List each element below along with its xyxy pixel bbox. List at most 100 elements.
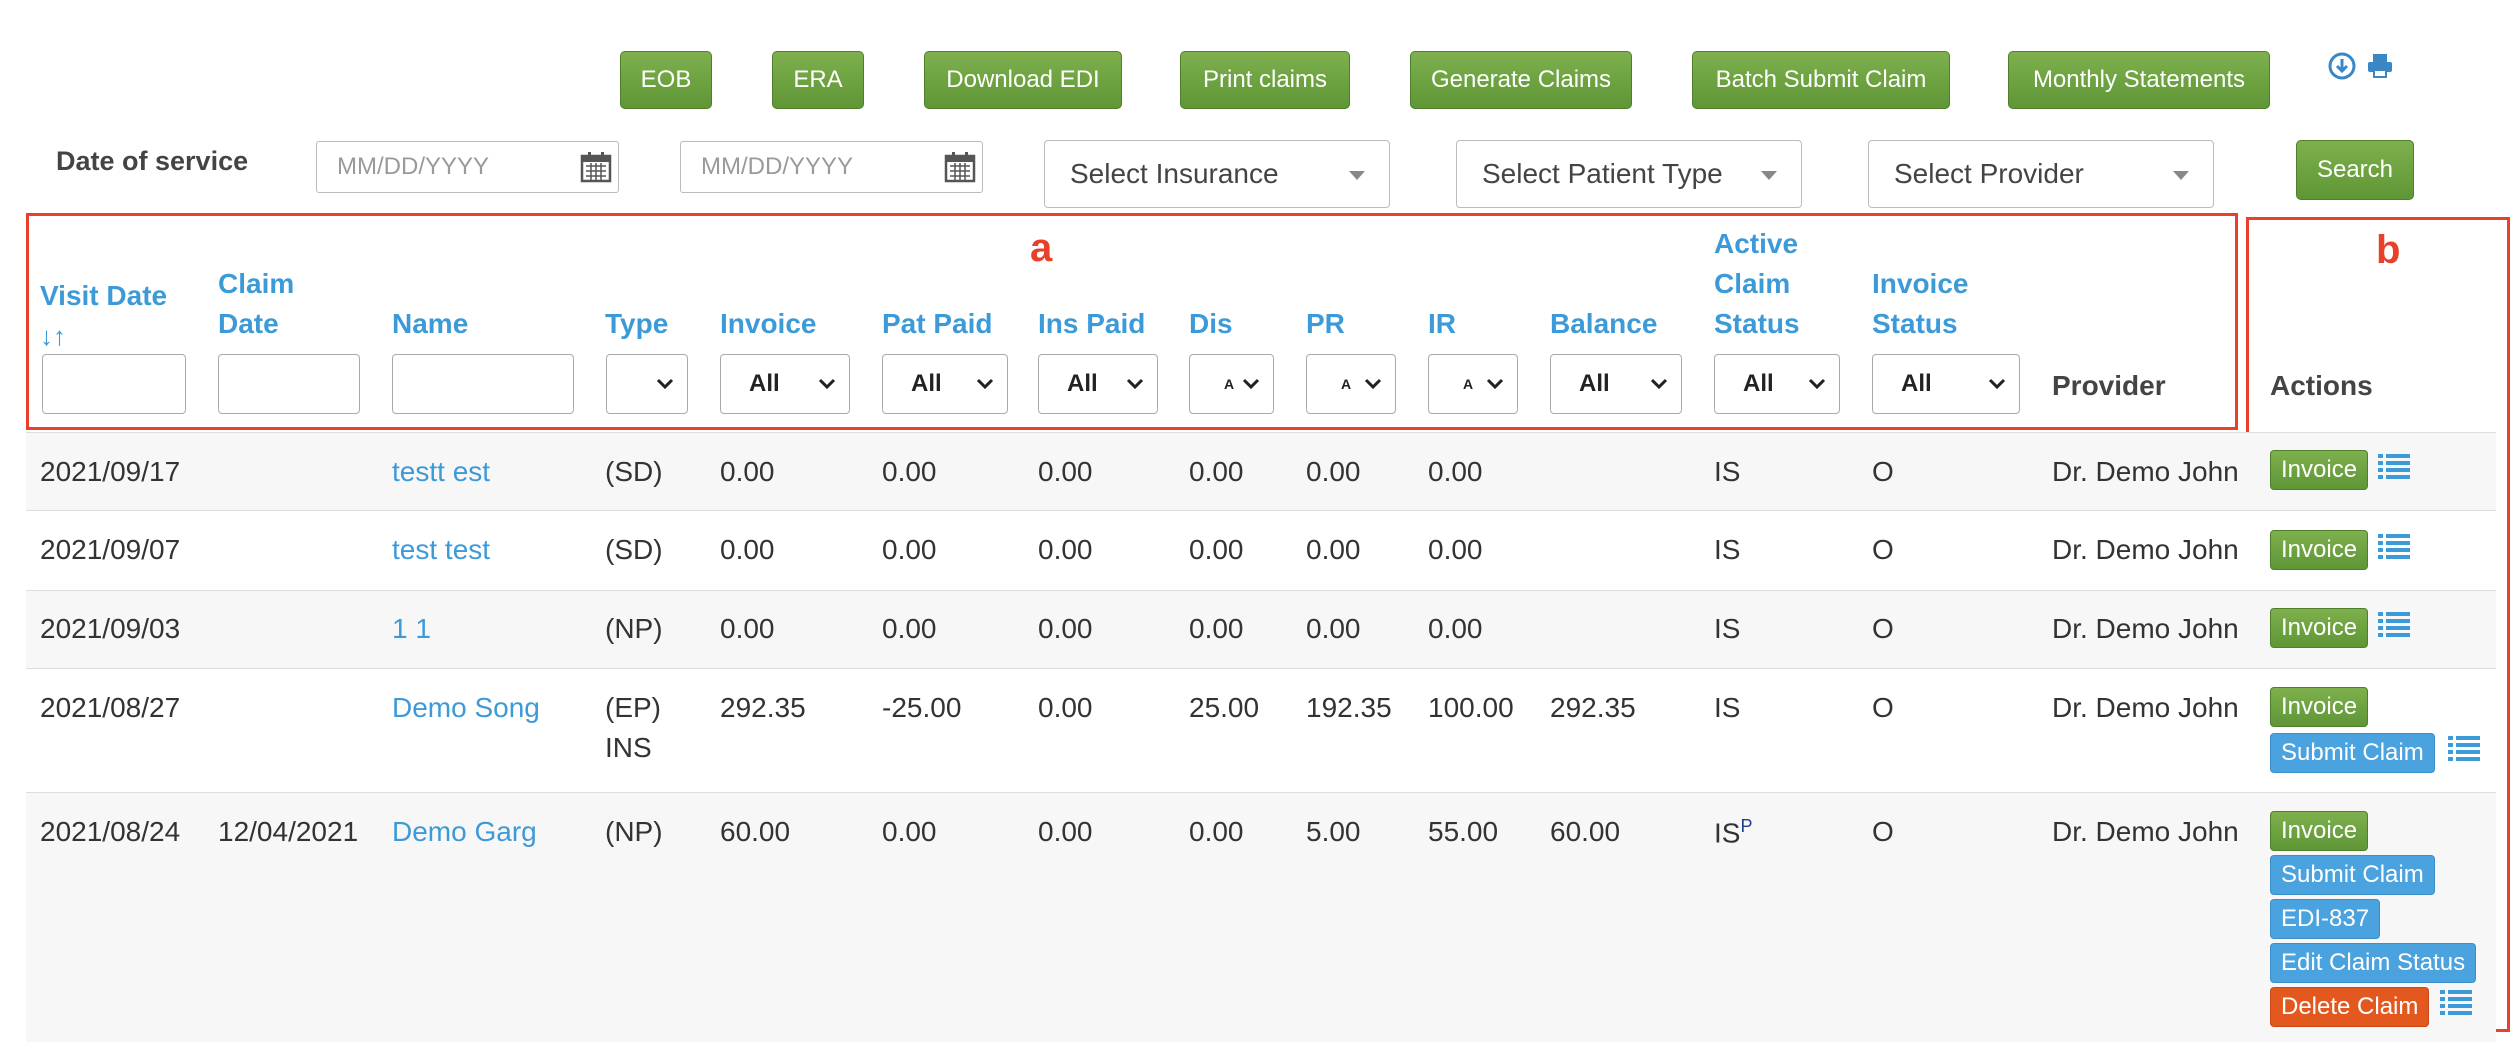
chevron-down-icon <box>1650 378 1668 390</box>
patient-name-link[interactable]: testt est <box>392 456 490 488</box>
ir-cell: 0.00 <box>1428 456 1483 487</box>
list-icon[interactable] <box>2440 988 2472 1016</box>
search-button[interactable]: Search <box>2296 140 2414 200</box>
chevron-down-icon <box>1364 378 1382 390</box>
batch-submit-claim-button[interactable]: Batch Submit Claim <box>1692 51 1950 109</box>
visit-date-cell: 2021/08/24 <box>40 816 181 847</box>
col-header-pat-paid[interactable]: Pat Paid <box>882 304 992 344</box>
active-status-filter-select[interactable]: All <box>1714 354 1840 414</box>
ir-cell: 0.00 <box>1428 613 1483 644</box>
invoice-button[interactable]: Invoice <box>2270 687 2369 727</box>
invoice-status-cell: O <box>1872 816 1894 847</box>
patient-name-link[interactable]: 1 1 <box>392 613 431 645</box>
pr-cell: 5.00 <box>1306 816 1361 847</box>
balance-cell: 292.35 <box>1550 692 1636 723</box>
ir-filter-select[interactable]: A <box>1428 354 1518 414</box>
col-header-balance[interactable]: Balance <box>1550 304 1657 344</box>
date-to-input[interactable] <box>680 141 983 193</box>
col-header-actions: Actions <box>2270 370 2373 401</box>
list-icon[interactable] <box>2378 452 2410 480</box>
provider-cell: Dr. Demo John <box>2052 816 2239 847</box>
col-header-invoice-status[interactable]: Invoice Status <box>1872 264 1968 344</box>
submit-claim-button[interactable]: Submit Claim <box>2270 855 2435 895</box>
list-icon[interactable] <box>2378 610 2410 638</box>
visit-date-cell: 2021/09/03 <box>40 613 181 644</box>
calendar-icon[interactable] <box>580 151 612 183</box>
insurance-select-label: Select Insurance <box>1070 158 1279 189</box>
dis-cell: 0.00 <box>1189 613 1244 644</box>
col-header-name[interactable]: Name <box>392 304 468 344</box>
submit-claim-button[interactable]: Submit Claim <box>2270 733 2435 773</box>
col-header-claim-date[interactable]: Claim Date <box>218 264 294 344</box>
patient-name-link[interactable]: test test <box>392 534 490 566</box>
invoice-button[interactable]: Invoice <box>2270 811 2369 851</box>
claim-date-cell: 12/04/2021 <box>218 816 359 847</box>
name-filter-input[interactable] <box>392 354 574 414</box>
balance-cell: 60.00 <box>1550 816 1621 847</box>
provider-select[interactable]: Select Provider <box>1868 140 2214 208</box>
generate-claims-button[interactable]: Generate Claims <box>1410 51 1632 109</box>
invoice-status-cell: O <box>1872 692 1894 723</box>
invoice-button[interactable]: Invoice <box>2270 608 2369 648</box>
visit-date-filter-input[interactable] <box>42 354 186 414</box>
invoice-status-label-2: Status <box>1872 308 1958 339</box>
col-header-ins-paid[interactable]: Ins Paid <box>1038 304 1145 344</box>
ins-paid-cell: 0.00 <box>1038 456 1093 487</box>
invoice-status-filter-select[interactable]: All <box>1872 354 2020 414</box>
sort-icon[interactable]: ↓↑ <box>40 316 167 356</box>
status-label: Status <box>1714 308 1800 339</box>
edit-claim-status-button[interactable]: Edit Claim Status <box>2270 943 2477 983</box>
invoice-cell: 0.00 <box>720 456 775 487</box>
pat-paid-filter-select[interactable]: All <box>882 354 1008 414</box>
patient-name-link[interactable]: Demo Garg <box>392 816 537 848</box>
claim-date-filter-input[interactable] <box>218 354 360 414</box>
visit-date-cell: 2021/08/27 <box>40 692 181 723</box>
download-icon[interactable] <box>2328 52 2356 80</box>
col-header-active-claim-status[interactable]: Active Claim Status <box>1714 224 1800 344</box>
delete-claim-button[interactable]: Delete Claim <box>2270 987 2430 1027</box>
calendar-icon[interactable] <box>944 151 976 183</box>
dis-filter-select[interactable]: A <box>1189 354 1274 414</box>
invoice-status-filter-value: All <box>1901 370 1932 397</box>
insurance-select[interactable]: Select Insurance <box>1044 140 1390 208</box>
provider-cell: Dr. Demo John <box>2052 692 2239 723</box>
eob-button[interactable]: EOB <box>620 51 712 109</box>
chevron-down-icon <box>1349 171 1365 180</box>
col-header-ir[interactable]: IR <box>1428 304 1456 344</box>
active-status-filter-value: All <box>1743 370 1774 397</box>
print-claims-button[interactable]: Print claims <box>1180 51 1350 109</box>
era-button[interactable]: ERA <box>772 51 864 109</box>
invoice-button[interactable]: Invoice <box>2270 530 2369 570</box>
col-header-dis[interactable]: Dis <box>1189 304 1233 344</box>
col-header-visit-date[interactable]: Visit Date ↓↑ <box>40 276 167 356</box>
invoice-button[interactable]: Invoice <box>2270 450 2369 490</box>
ins-paid-filter-select[interactable]: All <box>1038 354 1158 414</box>
download-edi-button[interactable]: Download EDI <box>924 51 1122 109</box>
invoice-filter-select[interactable]: All <box>720 354 850 414</box>
pr-filter-select[interactable]: A <box>1306 354 1396 414</box>
chevron-down-icon <box>976 378 994 390</box>
col-header-invoice[interactable]: Invoice <box>720 304 816 344</box>
dis-filter-value: A <box>1224 376 1235 392</box>
list-icon[interactable] <box>2448 734 2480 762</box>
invoice-cell: 60.00 <box>720 816 791 847</box>
type-filter-select[interactable] <box>606 354 688 414</box>
edi-837-button[interactable]: EDI-837 <box>2270 899 2381 939</box>
ir-cell: 0.00 <box>1428 534 1483 565</box>
pr-cell: 0.00 <box>1306 456 1361 487</box>
patient-type-select[interactable]: Select Patient Type <box>1456 140 1802 208</box>
print-icon[interactable] <box>2366 52 2394 80</box>
patient-name-link[interactable]: Demo Song <box>392 692 540 724</box>
type-cell: (SD) <box>605 534 663 565</box>
col-header-pr[interactable]: PR <box>1306 304 1345 344</box>
balance-filter-select[interactable]: All <box>1550 354 1682 414</box>
active-status-cell: IS <box>1714 692 1741 723</box>
col-header-type[interactable]: Type <box>605 304 668 344</box>
chevron-down-icon <box>656 378 674 390</box>
invoice-status-cell: O <box>1872 613 1894 644</box>
monthly-statements-button[interactable]: Monthly Statements <box>2008 51 2270 109</box>
pat-paid-cell: 0.00 <box>882 613 937 644</box>
pr-cell: 0.00 <box>1306 613 1361 644</box>
list-icon[interactable] <box>2378 532 2410 560</box>
date-from-input[interactable] <box>316 141 619 193</box>
